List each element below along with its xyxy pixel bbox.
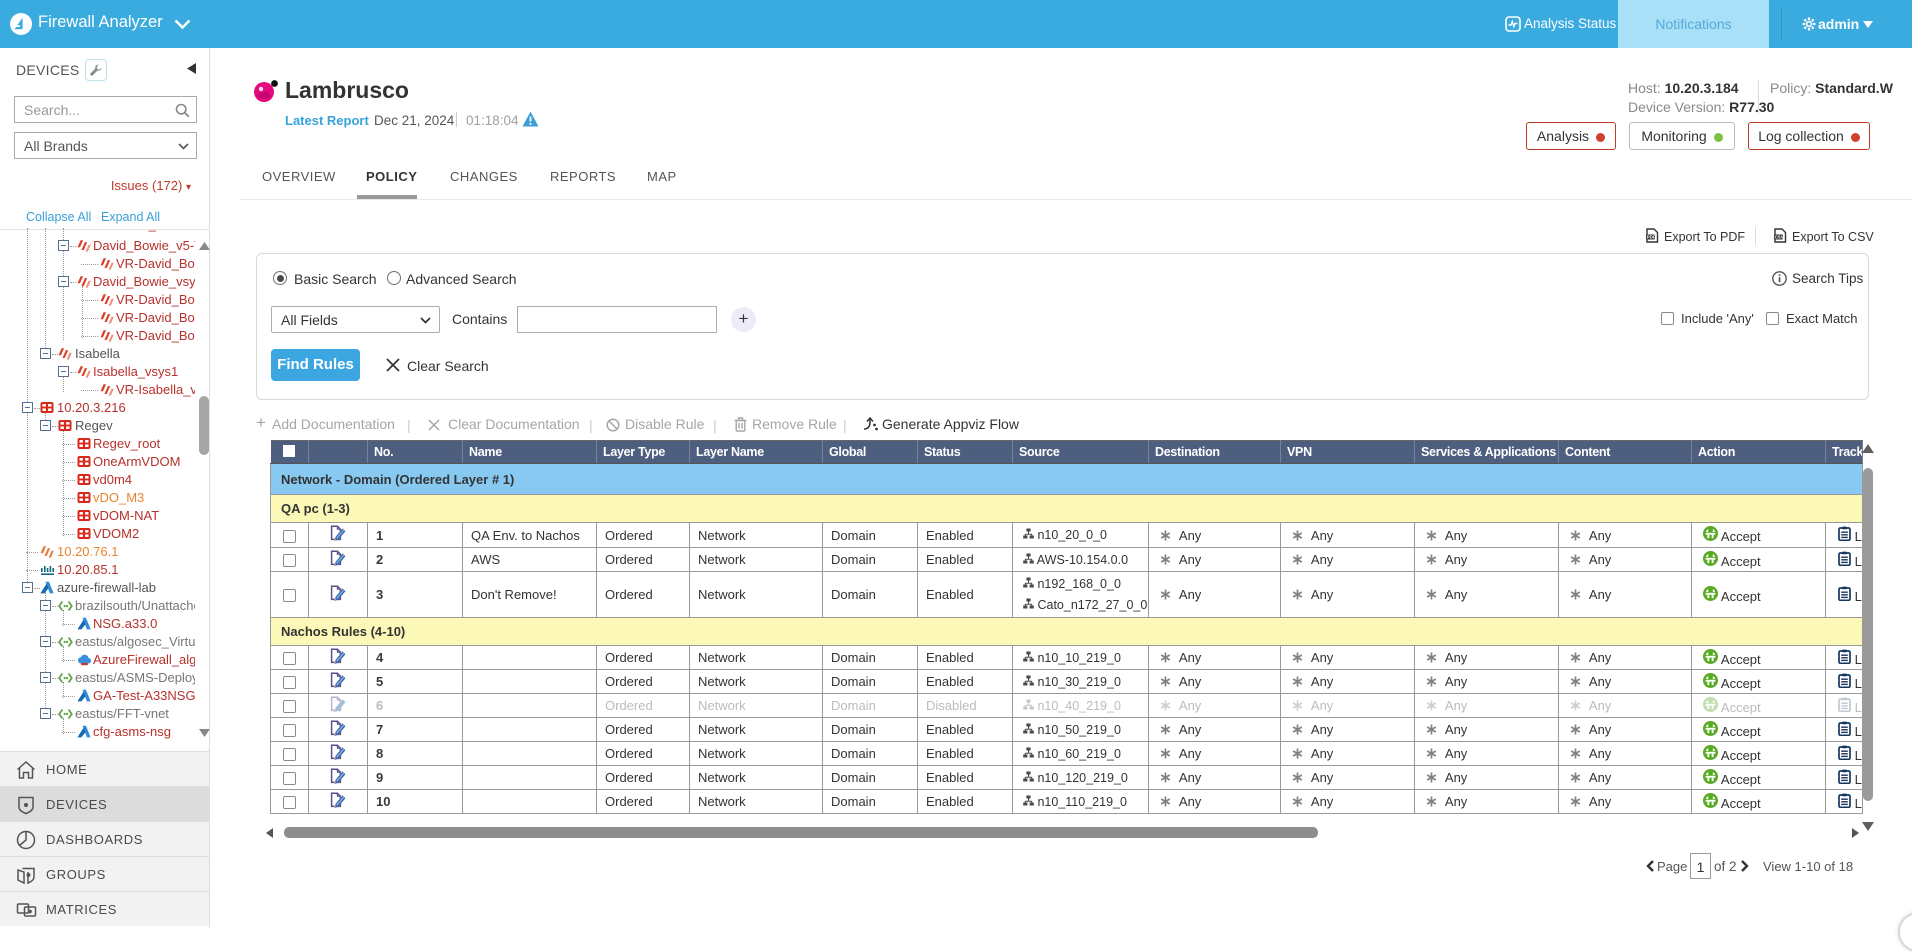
svg-text:CSV: CSV bbox=[1775, 235, 1784, 240]
svg-text:PDF: PDF bbox=[1647, 235, 1656, 240]
